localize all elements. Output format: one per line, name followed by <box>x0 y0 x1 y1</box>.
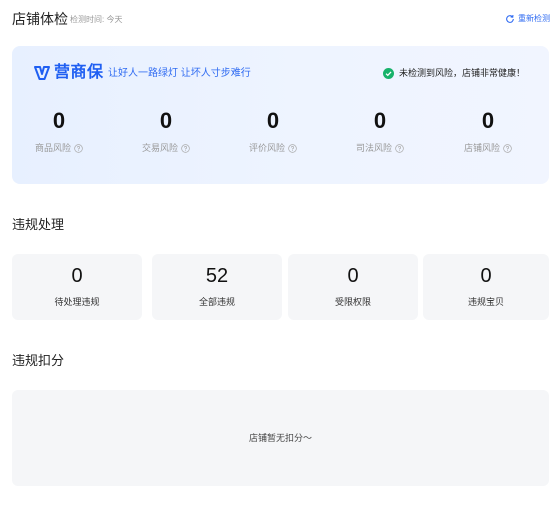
risk-value: 0 <box>481 108 495 133</box>
health-status: 未检测到风险，店铺非常健康！ <box>382 66 525 80</box>
deduction-empty-state: 店铺暂无扣分～ <box>12 390 549 486</box>
violation-value: 0 <box>480 265 492 287</box>
risk-summary: 0 商品风险 0 交易风险 0 评价风险 0 司法风险 0 店铺风险 <box>12 108 549 168</box>
risk-label-row: 司法风险 <box>330 142 430 154</box>
violation-value: 52 <box>205 265 229 287</box>
page-title: 店铺体检 <box>12 11 68 27</box>
recheck-label: 重新检测 <box>518 14 550 23</box>
risk-label-row: 评价风险 <box>223 142 323 154</box>
violation-card-items[interactable]: 0 违规宝贝 <box>423 254 549 320</box>
check-time: 检测时间: 今天 <box>70 15 123 24</box>
risk-item-goods: 0 商品风险 <box>9 108 109 154</box>
risk-label: 交易风险 <box>141 143 178 153</box>
violation-card-restricted[interactable]: 0 受限权限 <box>288 254 418 320</box>
risk-value: 0 <box>159 108 173 133</box>
risk-item-trade: 0 交易风险 <box>116 108 216 154</box>
violation-card-all[interactable]: 52 全部违规 <box>152 254 282 320</box>
store-guard-card: 营商保 让好人一路绿灯 让坏人寸步难行 未检测到风险，店铺非常健康！ 0 商品风… <box>12 46 549 184</box>
risk-item-review: 0 评价风险 <box>223 108 323 154</box>
risk-label: 商品风险 <box>34 143 71 153</box>
violation-value: 0 <box>347 265 359 287</box>
violation-label: 全部违规 <box>198 297 235 307</box>
violation-value: 0 <box>71 265 83 287</box>
recheck-button[interactable]: 重新检测 <box>505 13 550 25</box>
check-circle-icon <box>382 67 394 79</box>
risk-label-row: 商品风险 <box>9 142 109 154</box>
risk-label: 店铺风险 <box>463 143 500 153</box>
violation-label: 违规宝贝 <box>467 297 504 307</box>
brand-logo: 营商保 <box>34 64 104 82</box>
violation-label: 受限权限 <box>334 297 371 307</box>
risk-value: 0 <box>373 108 387 133</box>
risk-label-row: 店铺风险 <box>438 142 538 154</box>
risk-item-store: 0 店铺风险 <box>438 108 538 154</box>
question-circle-icon[interactable] <box>288 143 297 153</box>
question-circle-icon[interactable] <box>74 143 83 153</box>
question-circle-icon[interactable] <box>503 143 512 153</box>
shield-v-icon <box>34 66 50 80</box>
violations-section-title: 违规处理 <box>12 217 65 232</box>
page-header: 店铺体检 检测时间: 今天 重新检测 <box>12 10 550 30</box>
brand-name: 营商保 <box>54 64 104 81</box>
risk-value: 0 <box>52 108 66 133</box>
violation-summary: 0 待处理违规 52 全部违规 0 受限权限 0 违规宝贝 <box>12 254 549 320</box>
risk-label: 司法风险 <box>355 143 392 153</box>
question-circle-icon[interactable] <box>395 143 404 153</box>
violation-card-pending[interactable]: 0 待处理违规 <box>12 254 142 320</box>
deduction-section-title: 违规扣分 <box>12 353 65 368</box>
risk-item-judicial: 0 司法风险 <box>330 108 430 154</box>
risk-label: 评价风险 <box>248 143 285 153</box>
violation-label: 待处理违规 <box>54 297 100 307</box>
risk-value: 0 <box>266 108 280 133</box>
risk-label-row: 交易风险 <box>116 142 216 154</box>
brand-slogan: 让好人一路绿灯 让坏人寸步难行 <box>108 68 251 79</box>
question-circle-icon[interactable] <box>181 143 190 153</box>
health-status-text: 未检测到风险，店铺非常健康！ <box>398 68 525 78</box>
refresh-icon <box>506 14 514 23</box>
empty-state-text: 店铺暂无扣分～ <box>248 433 312 443</box>
